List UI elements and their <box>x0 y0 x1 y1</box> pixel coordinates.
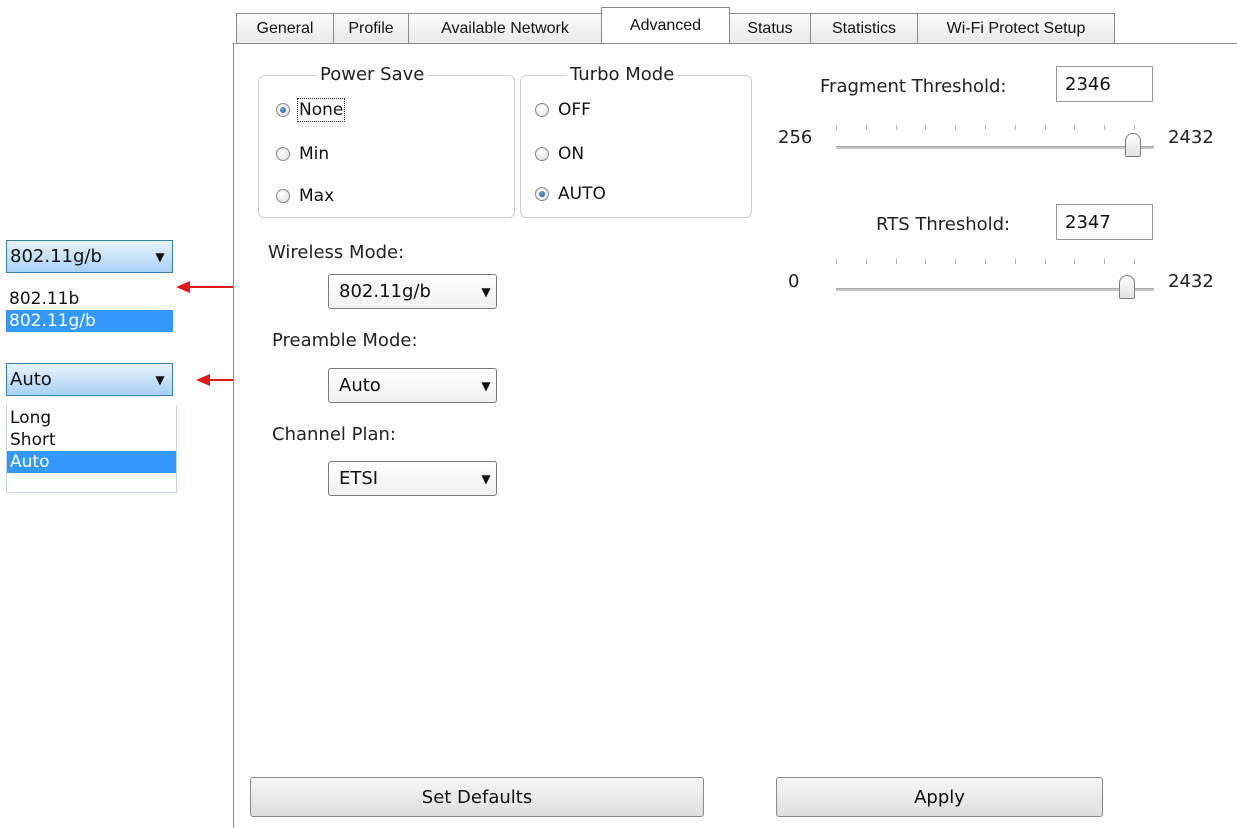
tab-status[interactable]: Status <box>729 13 811 43</box>
rts-threshold-max: 2432 <box>1168 271 1214 292</box>
radio-label: OFF <box>558 100 591 120</box>
list-item[interactable]: Long <box>7 407 176 429</box>
slider-tick <box>865 125 867 130</box>
slider-tick <box>1014 125 1016 130</box>
list-item[interactable]: 802.11g/b <box>6 310 173 332</box>
radio-button[interactable] <box>276 189 290 203</box>
tab-advanced[interactable]: Advanced <box>601 7 730 43</box>
power-save-title: Power Save <box>316 64 429 85</box>
slider-tick <box>985 259 986 264</box>
channel-plan-label: Channel Plan: <box>272 424 396 445</box>
radio-label: ON <box>558 144 585 164</box>
slider-tick <box>1014 259 1016 264</box>
wireless-mode-callout-value: 802.11g/b <box>10 246 102 267</box>
rts-threshold-track[interactable] <box>836 288 1154 291</box>
chevron-down-icon: ▼ <box>155 249 165 264</box>
slider-tick <box>1074 125 1076 130</box>
tab-bar: General Profile Available Network Advanc… <box>236 7 1115 43</box>
chevron-down-icon: ▼ <box>481 284 491 299</box>
radio-label: AUTO <box>558 184 606 204</box>
fragment-threshold-label: Fragment Threshold: <box>820 76 1007 97</box>
tab-wifi-protect-setup[interactable]: Wi-Fi Protect Setup <box>917 13 1115 43</box>
fragment-threshold-ticks <box>836 125 1136 131</box>
wireless-mode-label: Wireless Mode: <box>268 242 405 263</box>
slider-tick <box>925 259 927 264</box>
chevron-down-icon: ▼ <box>481 378 491 393</box>
radio-label: None <box>296 98 346 122</box>
slider-tick <box>1104 259 1106 264</box>
tab-general[interactable]: General <box>236 13 334 43</box>
tab-available-network[interactable]: Available Network <box>408 13 602 43</box>
slider-tick <box>1104 125 1106 130</box>
apply-button[interactable]: Apply <box>776 777 1103 817</box>
preamble-mode-callout-value: Auto <box>10 369 52 390</box>
power-save-option-none[interactable]: None <box>276 98 346 122</box>
wireless-mode-callout-combo[interactable]: 802.11g/b ▼ <box>6 240 173 273</box>
slider-tick <box>1044 259 1046 264</box>
rts-threshold-min: 0 <box>788 271 800 292</box>
fragment-threshold-max: 2432 <box>1168 127 1214 148</box>
radio-button[interactable] <box>276 147 290 161</box>
preamble-mode-select[interactable]: Auto ▼ <box>328 368 497 403</box>
preamble-mode-callout-combo[interactable]: Auto ▼ <box>6 363 173 396</box>
fragment-threshold-slider-thumb[interactable] <box>1125 133 1141 157</box>
list-item[interactable]: 802.11b <box>6 288 173 310</box>
slider-tick <box>895 259 897 264</box>
radio-button[interactable] <box>276 103 290 117</box>
slider-tick <box>925 125 927 130</box>
slider-tick <box>1074 259 1076 264</box>
preamble-mode-label: Preamble Mode: <box>272 330 418 351</box>
chevron-down-icon: ▼ <box>155 372 165 387</box>
list-item[interactable]: Auto <box>7 451 176 473</box>
turbo-mode-option-auto[interactable]: AUTO <box>535 184 606 204</box>
turbo-mode-option-on[interactable]: ON <box>535 144 584 164</box>
slider-tick <box>955 125 957 130</box>
slider-tick <box>985 125 986 130</box>
wireless-mode-value: 802.11g/b <box>339 281 431 302</box>
slider-tick <box>955 259 957 264</box>
turbo-mode-option-off[interactable]: OFF <box>535 100 591 120</box>
slider-tick <box>865 259 867 264</box>
set-defaults-button[interactable]: Set Defaults <box>250 777 704 817</box>
preamble-mode-value: Auto <box>339 375 381 396</box>
radio-button[interactable] <box>535 103 549 117</box>
rts-threshold-input[interactable]: 2347 <box>1056 204 1153 240</box>
slider-tick <box>1134 125 1135 130</box>
slider-tick <box>1044 125 1046 130</box>
radio-label: Max <box>299 186 335 206</box>
radio-label: Min <box>299 144 330 164</box>
channel-plan-value: ETSI <box>339 468 379 489</box>
rts-threshold-ticks <box>836 259 1136 265</box>
tab-profile[interactable]: Profile <box>333 13 409 43</box>
fragment-threshold-min: 256 <box>778 127 813 148</box>
radio-button[interactable] <box>535 187 549 201</box>
slider-tick <box>895 125 897 130</box>
preamble-mode-callout-list: Long Short Auto <box>6 405 177 493</box>
wireless-mode-select[interactable]: 802.11g/b ▼ <box>328 274 497 309</box>
slider-tick <box>836 259 837 264</box>
tab-statistics[interactable]: Statistics <box>810 13 918 43</box>
radio-button[interactable] <box>535 147 549 161</box>
power-save-option-max[interactable]: Max <box>276 186 334 206</box>
power-save-option-min[interactable]: Min <box>276 144 329 164</box>
chevron-down-icon: ▼ <box>481 471 491 486</box>
slider-tick <box>836 125 837 130</box>
fragment-threshold-track[interactable] <box>836 146 1154 149</box>
list-item[interactable]: Short <box>7 429 176 451</box>
rts-threshold-label: RTS Threshold: <box>876 214 1011 235</box>
turbo-mode-title: Turbo Mode <box>566 64 679 85</box>
fragment-threshold-input[interactable]: 2346 <box>1056 66 1153 102</box>
rts-threshold-slider-thumb[interactable] <box>1119 275 1135 299</box>
wireless-mode-callout-list: 802.11b 802.11g/b <box>6 288 173 332</box>
channel-plan-select[interactable]: ETSI ▼ <box>328 461 497 496</box>
slider-tick <box>1134 259 1135 264</box>
